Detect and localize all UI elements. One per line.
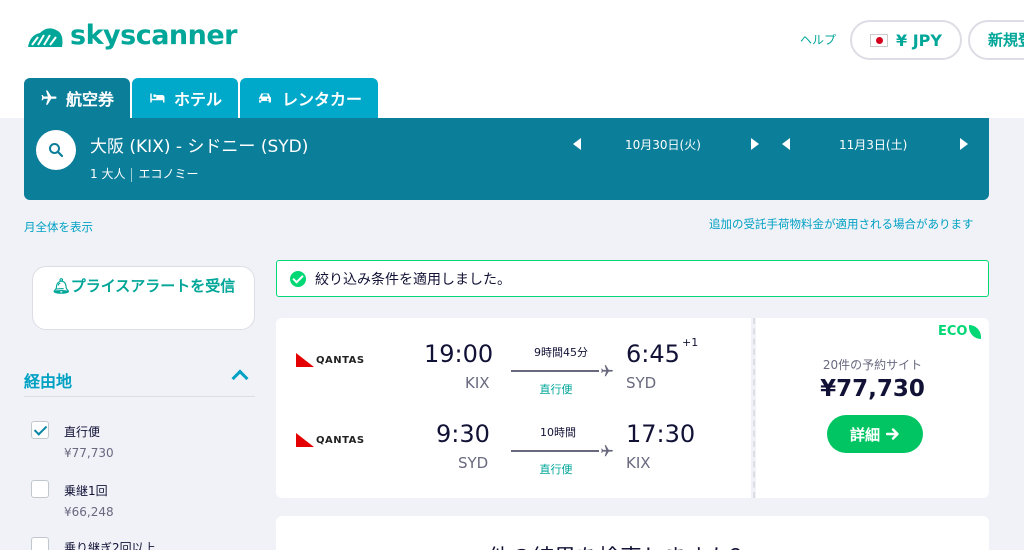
banner-text: 絞り込み条件を適用しました。 bbox=[315, 272, 511, 288]
outbound-stops: 直行便 bbox=[539, 383, 573, 396]
car-icon bbox=[259, 93, 271, 103]
airline-logo: QANTAS bbox=[296, 433, 365, 447]
bed-icon bbox=[150, 93, 165, 103]
inbound-depart-time: 9:30 bbox=[436, 420, 490, 448]
depart-prev-arrow-icon[interactable] bbox=[573, 138, 581, 150]
eco-label: ECO bbox=[938, 324, 968, 339]
next-day-indicator: +1 bbox=[682, 336, 699, 349]
search-icon bbox=[49, 143, 64, 158]
tab-label: 航空券 bbox=[66, 90, 115, 109]
leaf-icon bbox=[969, 324, 982, 339]
inbound-arrive-code: KIX bbox=[626, 454, 651, 472]
card-separator bbox=[753, 318, 755, 498]
kangaroo-tail-icon bbox=[296, 433, 314, 447]
stop-option-price: ¥66,248 bbox=[64, 505, 114, 519]
airline-name: QANTAS bbox=[316, 434, 365, 446]
adults-count: 1 大人 bbox=[90, 167, 126, 181]
plane-icon bbox=[601, 365, 613, 377]
search-summary-bar[interactable]: 大阪 (KIX) - シドニー (SYD) 1 大人 エコノミー 10月30日(火… bbox=[24, 118, 989, 200]
details-button[interactable]: 詳細 bbox=[827, 415, 923, 453]
price-alert-button[interactable]: 🔔︎プライスアラートを受信 bbox=[32, 266, 255, 330]
outbound-arrive-time: 6:45 bbox=[626, 340, 680, 368]
inbound-stops: 直行便 bbox=[539, 463, 573, 476]
brand-name: skyscanner bbox=[70, 20, 238, 51]
one-stop-checkbox[interactable] bbox=[31, 480, 49, 498]
inbound-duration: 10時間 bbox=[540, 426, 576, 439]
japan-flag-icon bbox=[870, 33, 889, 47]
leg-line bbox=[511, 450, 599, 452]
price: ¥77,730 bbox=[820, 376, 925, 402]
more-results-text: 他の結果を検索しますか？ bbox=[488, 540, 752, 550]
tab-label: レンタカー bbox=[282, 90, 363, 109]
stop-option-label[interactable]: 乗り継ぎ2回以上 bbox=[64, 539, 156, 550]
result-card-itinerary[interactable]: QANTAS 19:00 KIX 9時間45分 直行便 6:45 +1 SYD … bbox=[276, 318, 751, 498]
result-card-price[interactable]: ECO 20件の予約サイト ¥77,730 詳細 bbox=[756, 318, 989, 498]
outbound-arrive-code: SYD bbox=[626, 374, 657, 392]
plane-icon bbox=[601, 445, 613, 457]
outbound-duration: 9時間45分 bbox=[534, 346, 588, 359]
tab-flights[interactable]: 航空券 bbox=[24, 78, 131, 118]
route-text[interactable]: 大阪 (KIX) - シドニー (SYD) bbox=[90, 132, 308, 157]
tab-car-hire[interactable]: レンタカー bbox=[240, 78, 379, 118]
passenger-summary[interactable]: 1 大人 エコノミー bbox=[90, 165, 198, 182]
filter-divider bbox=[24, 396, 255, 397]
chevron-up-icon[interactable] bbox=[231, 369, 249, 387]
skyscanner-logo[interactable]: skyscanner bbox=[24, 20, 238, 51]
inbound-arrive-time: 17:30 bbox=[626, 420, 696, 448]
check-circle-icon bbox=[290, 271, 306, 287]
more-results-card[interactable]: 他の結果を検索しますか？ bbox=[276, 516, 989, 550]
filter-applied-banner: 絞り込み条件を適用しました。 bbox=[276, 260, 989, 297]
depart-next-arrow-icon[interactable] bbox=[751, 138, 759, 150]
help-link[interactable]: ヘルプ bbox=[800, 31, 836, 48]
site-header: skyscanner ヘルプ ¥ JPY 新規登 航空券 ホテル レンタカー bbox=[0, 0, 1024, 118]
cabin-class: エコノミー bbox=[138, 167, 199, 181]
inbound-depart-code: SYD bbox=[458, 454, 489, 472]
logo-sun-icon bbox=[28, 27, 63, 47]
search-button[interactable] bbox=[36, 130, 76, 170]
outbound-depart-code: KIX bbox=[465, 374, 490, 392]
return-prev-arrow-icon[interactable] bbox=[782, 138, 790, 150]
stops-filter-title[interactable]: 経由地 bbox=[24, 368, 72, 392]
divider bbox=[131, 167, 133, 182]
tab-hotels[interactable]: ホテル bbox=[132, 78, 239, 118]
month-view-link[interactable]: 月全体を表示 bbox=[24, 219, 93, 235]
eco-badge: ECO bbox=[938, 324, 982, 339]
outbound-depart-time: 19:00 bbox=[424, 340, 494, 368]
currency-button[interactable]: ¥ JPY bbox=[850, 20, 962, 60]
stop-option-price: ¥77,730 bbox=[64, 446, 114, 460]
booking-sites-count: 20件の予約サイト bbox=[822, 358, 923, 372]
depart-date[interactable]: 10月30日(火) bbox=[625, 136, 701, 153]
baggage-fee-note[interactable]: 追加の受託手荷物料金が適用される場合があります bbox=[709, 216, 974, 232]
currency-label: ¥ JPY bbox=[896, 30, 942, 50]
price-alert-label: プライスアラートを受信 bbox=[70, 277, 236, 295]
airline-name: QANTAS bbox=[316, 354, 365, 366]
return-next-arrow-icon[interactable] bbox=[960, 138, 968, 150]
stop-option-label[interactable]: 乗継1回 bbox=[64, 482, 108, 499]
stop-option-label[interactable]: 直行便 bbox=[64, 423, 100, 440]
signup-button[interactable]: 新規登 bbox=[968, 20, 1024, 60]
details-label: 詳細 bbox=[849, 425, 880, 444]
plane-icon bbox=[41, 90, 57, 105]
airline-logo: QANTAS bbox=[296, 353, 365, 367]
kangaroo-tail-icon bbox=[296, 353, 314, 367]
leg-line bbox=[511, 370, 599, 372]
return-date[interactable]: 11月3日(土) bbox=[839, 136, 907, 153]
direct-checkbox[interactable] bbox=[31, 421, 49, 439]
bell-icon: 🔔︎ bbox=[51, 277, 71, 295]
arrow-right-icon bbox=[886, 428, 899, 440]
two-plus-stops-checkbox[interactable] bbox=[31, 537, 49, 550]
tab-label: ホテル bbox=[174, 90, 223, 109]
